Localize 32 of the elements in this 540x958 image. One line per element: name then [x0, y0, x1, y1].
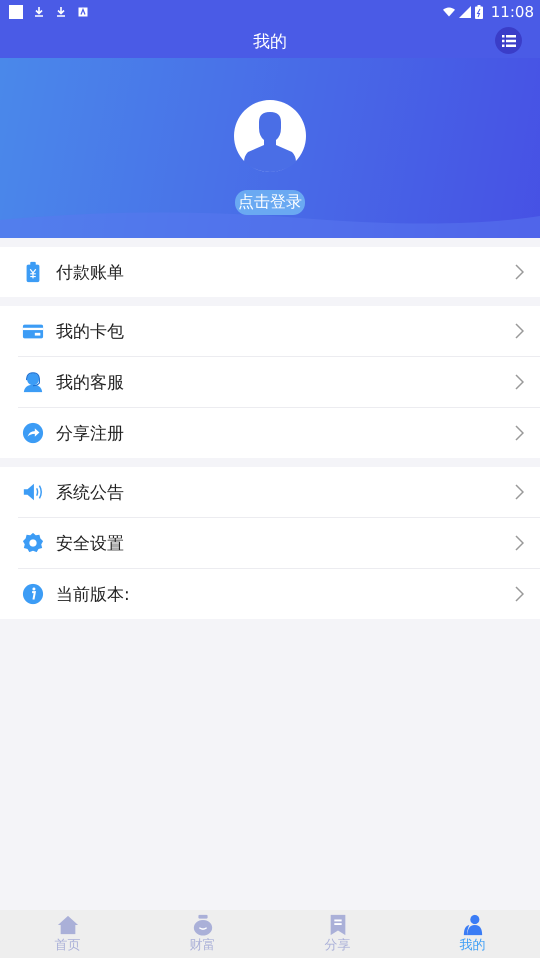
chevron-right-icon [514, 323, 524, 339]
chevron-right-icon [514, 374, 524, 390]
download-icon [55, 6, 67, 18]
menu-item[interactable]: 系统公告 [18, 467, 540, 517]
chevron-right-icon [514, 484, 524, 500]
money-bag-icon [192, 914, 214, 936]
menu-item[interactable]: 我的客服 [18, 356, 540, 407]
menu-item[interactable]: 当前版本: [18, 568, 540, 619]
page-title: 我的 [253, 30, 287, 52]
notification-icon [9, 5, 23, 19]
signal-icon [458, 6, 471, 18]
menu-item[interactable]: 分享注册 [18, 407, 540, 458]
home-icon [56, 914, 78, 936]
battery-icon [474, 5, 483, 19]
translate-icon [77, 6, 89, 18]
headset-person-icon [22, 371, 44, 393]
wifi-icon [442, 6, 455, 18]
menu-item[interactable]: 我的卡包 [18, 306, 540, 356]
menu-item[interactable]: 安全设置 [18, 517, 540, 568]
chevron-right-icon [514, 535, 524, 551]
settings-icon [22, 532, 44, 554]
chevron-right-icon [514, 586, 524, 602]
download-icon [33, 6, 45, 18]
list-icon [502, 34, 516, 46]
menu-button[interactable] [495, 27, 522, 54]
chevron-right-icon [514, 264, 524, 280]
speaker-icon [22, 481, 44, 503]
avatar[interactable] [234, 100, 306, 172]
info-icon [22, 583, 44, 605]
person-icon [462, 914, 484, 936]
clock-time: 11:08 [490, 3, 534, 21]
chevron-right-icon [514, 425, 524, 441]
